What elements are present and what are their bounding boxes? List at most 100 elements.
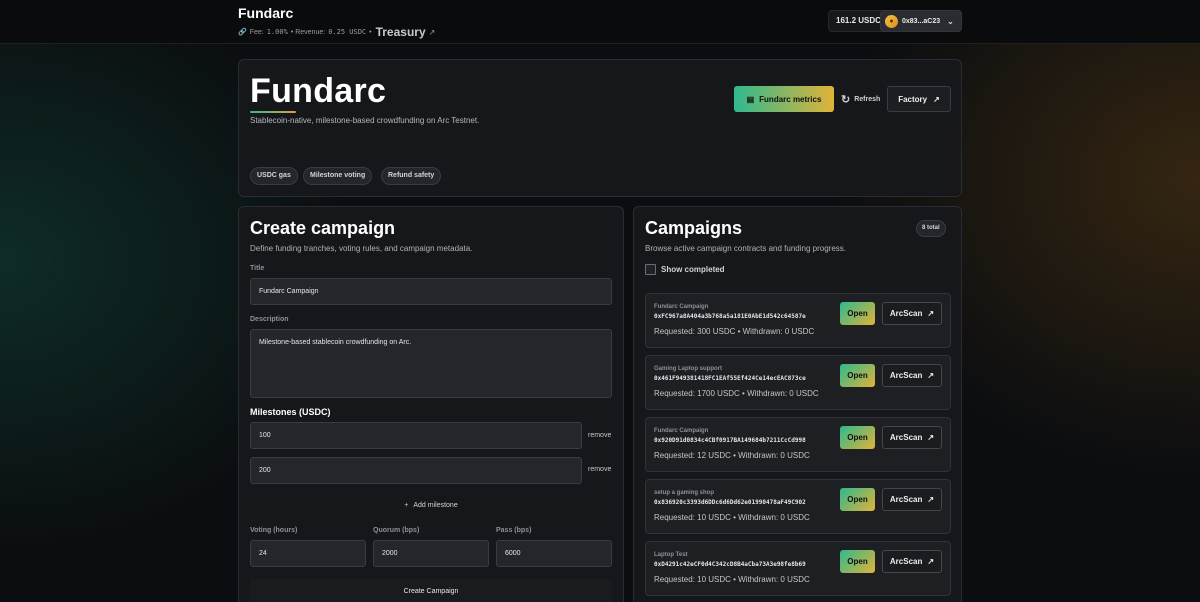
milestone-input[interactable]: 200 (250, 457, 582, 484)
arcscan-label: ArcScan (889, 371, 923, 380)
factory-button-label: Factory (898, 94, 928, 104)
campaign-name: Fundarc Campaign (654, 304, 709, 310)
campaign-address: 0xFC967a8A404a3b768a5a181E0AbE1d542c6458… (654, 313, 806, 320)
hero-description: Stablecoin-native, milestone-based crowd… (250, 116, 480, 125)
campaign-name: Fundarc Campaign (654, 428, 709, 434)
refresh-button-label: Refresh (854, 96, 881, 103)
pill-milestone-voting: Milestone voting (303, 167, 373, 185)
campaign-list-item: Fundarc Campaign 0xFC967a8A404a3b768a5a1… (645, 293, 951, 348)
revenue-label: • Revenue: (290, 28, 326, 36)
external-link-icon: ↗ (927, 557, 935, 566)
title-label: Title (250, 265, 265, 272)
campaign-stats: Requested: 12 USDC • Withdrawn: 0 USDC (654, 451, 810, 460)
campaign-list-item: Fundarc Campaign 0x920D91d0834c4CBf0917B… (645, 417, 951, 472)
external-link-icon: ↗ (927, 309, 935, 318)
arcscan-button[interactable]: ArcScan ↗ (882, 426, 942, 449)
arcscan-label: ArcScan (889, 557, 923, 566)
add-milestone-label: Add milestone (413, 501, 458, 509)
link-icon: 🔗 (238, 29, 247, 36)
milestones-heading: Milestones (USDC) (250, 407, 331, 417)
fee-value: 1.00% (266, 28, 288, 36)
open-campaign-button[interactable]: Open (840, 488, 875, 511)
campaign-stats: Requested: 10 USDC • Withdrawn: 0 USDC (654, 513, 810, 522)
hero-title: Fundarc (250, 72, 387, 110)
refresh-button[interactable]: ↻ Refresh (841, 93, 880, 106)
campaign-name: Laptop Test (654, 552, 688, 558)
campaign-address: 0x920D91d0834c4CBf0917BA149684b7211CcCd9… (654, 437, 806, 444)
treasury-link[interactable]: Treasury (376, 25, 426, 39)
create-campaign-description: Define funding tranches, voting rules, a… (250, 244, 473, 253)
arcscan-button[interactable]: ArcScan ↗ (882, 550, 942, 573)
revenue-value: 0.25 USDC (328, 28, 367, 36)
remove-milestone-button[interactable]: remove (588, 432, 611, 439)
campaign-list-item: setup a gaming shop 0x836920c3393d6DDc6d… (645, 479, 951, 534)
show-completed-toggle[interactable]: Show completed (645, 264, 725, 275)
arcscan-button[interactable]: ArcScan ↗ (882, 302, 942, 325)
external-link-icon[interactable]: ↗ (429, 28, 436, 37)
campaign-list-item: Gaming Laptop support 0x461F949381418FC1… (645, 355, 951, 410)
campaign-name: Gaming Laptop support (654, 366, 722, 372)
description-label: Description (250, 316, 289, 323)
factory-button[interactable]: Factory ↗ (887, 86, 951, 112)
chevron-down-icon: ⌄ (947, 16, 954, 26)
external-link-icon: ↗ (927, 495, 935, 504)
campaign-address: 0xD4291c42eCF0d4C342cD8B4aCba73A3e98fe8b… (654, 561, 806, 568)
campaign-list-item: Laptop Test 0xD4291c42eCF0d4C342cD8B4aCb… (645, 541, 951, 596)
refresh-icon: ↻ (841, 94, 851, 106)
arcscan-button[interactable]: ArcScan ↗ (882, 488, 942, 511)
campaign-address: 0x461F949381418FC1EAf55Ef424Ce14ecEAC873… (654, 375, 806, 382)
campaign-count-badge: 8 total (916, 220, 946, 237)
voting-hours-input[interactable]: 24 (250, 540, 366, 567)
campaign-address: 0x836920c3393d6DDc6d6Dd62e01990478aF49C9… (654, 499, 806, 506)
campaign-stats: Requested: 10 USDC • Withdrawn: 0 USDC (654, 575, 810, 584)
arcscan-label: ArcScan (889, 433, 923, 442)
open-campaign-button[interactable]: Open (840, 550, 875, 573)
arcscan-label: ArcScan (889, 309, 923, 318)
open-campaign-button[interactable]: Open (840, 364, 875, 387)
campaigns-card: Campaigns Browse active campaign contrac… (633, 206, 962, 602)
hero-card: Fundarc Stablecoin-native, milestone-bas… (238, 59, 962, 197)
voting-label: Voting (hours) (250, 527, 298, 534)
external-link-icon: ↗ (927, 433, 935, 442)
title-underline (250, 111, 296, 113)
pass-input[interactable]: 6000 (496, 540, 612, 567)
fee-info: 🔗 Fee: 1.00% • Revenue: 0.25 USDC • Trea… (238, 25, 435, 39)
quorum-label: Quorum (bps) (373, 527, 420, 534)
wallet-avatar-icon: ● (885, 14, 898, 28)
open-campaign-button[interactable]: Open (840, 426, 875, 449)
fundarc-metrics-button[interactable]: ▤ Fundarc metrics (734, 86, 834, 112)
pill-refund-safety: Refund safety (381, 167, 442, 185)
arcscan-button[interactable]: ArcScan ↗ (882, 364, 942, 387)
show-completed-checkbox[interactable] (645, 264, 656, 275)
title-input[interactable]: Fundarc Campaign (250, 278, 612, 305)
chart-icon: ▤ (746, 94, 755, 104)
pass-label: Pass (bps) (496, 527, 532, 534)
external-link-icon: ↗ (933, 94, 940, 104)
create-campaign-button[interactable]: Create Campaign (250, 579, 612, 602)
create-campaign-card: Create campaign Define funding tranches,… (238, 206, 624, 602)
add-milestone-button[interactable]: + Add milestone (250, 495, 612, 515)
campaign-stats: Requested: 300 USDC • Withdrawn: 0 USDC (654, 327, 815, 336)
arcscan-label: ArcScan (889, 495, 923, 504)
create-campaign-title: Create campaign (250, 218, 396, 238)
wallet-button[interactable]: ● 0x83...aC23 ⌄ (880, 10, 962, 32)
top-bar: Fundarc 🔗 Fee: 1.00% • Revenue: 0.25 USD… (0, 0, 1200, 44)
campaign-stats: Requested: 1700 USDC • Withdrawn: 0 USDC (654, 389, 819, 398)
milestone-input[interactable]: 100 (250, 422, 582, 449)
campaign-name: setup a gaming shop (654, 490, 715, 496)
remove-milestone-button[interactable]: remove (588, 466, 611, 473)
plus-icon: + (404, 501, 409, 509)
pill-usdc-gas: USDC gas (250, 167, 298, 185)
description-textarea[interactable]: Milestone-based stablecoin crowdfunding … (250, 329, 612, 398)
campaigns-description: Browse active campaign contracts and fun… (645, 244, 846, 253)
show-completed-label: Show completed (661, 265, 725, 274)
metrics-button-label: Fundarc metrics (759, 94, 822, 104)
fee-label: Fee: (249, 28, 264, 36)
treasury-separator: • (369, 28, 372, 36)
wallet-address: 0x83...aC23 (902, 17, 941, 25)
external-link-icon: ↗ (927, 371, 935, 380)
brand-name[interactable]: Fundarc (238, 5, 293, 21)
quorum-input[interactable]: 2000 (373, 540, 489, 567)
campaigns-title: Campaigns (645, 218, 743, 238)
open-campaign-button[interactable]: Open (840, 302, 875, 325)
